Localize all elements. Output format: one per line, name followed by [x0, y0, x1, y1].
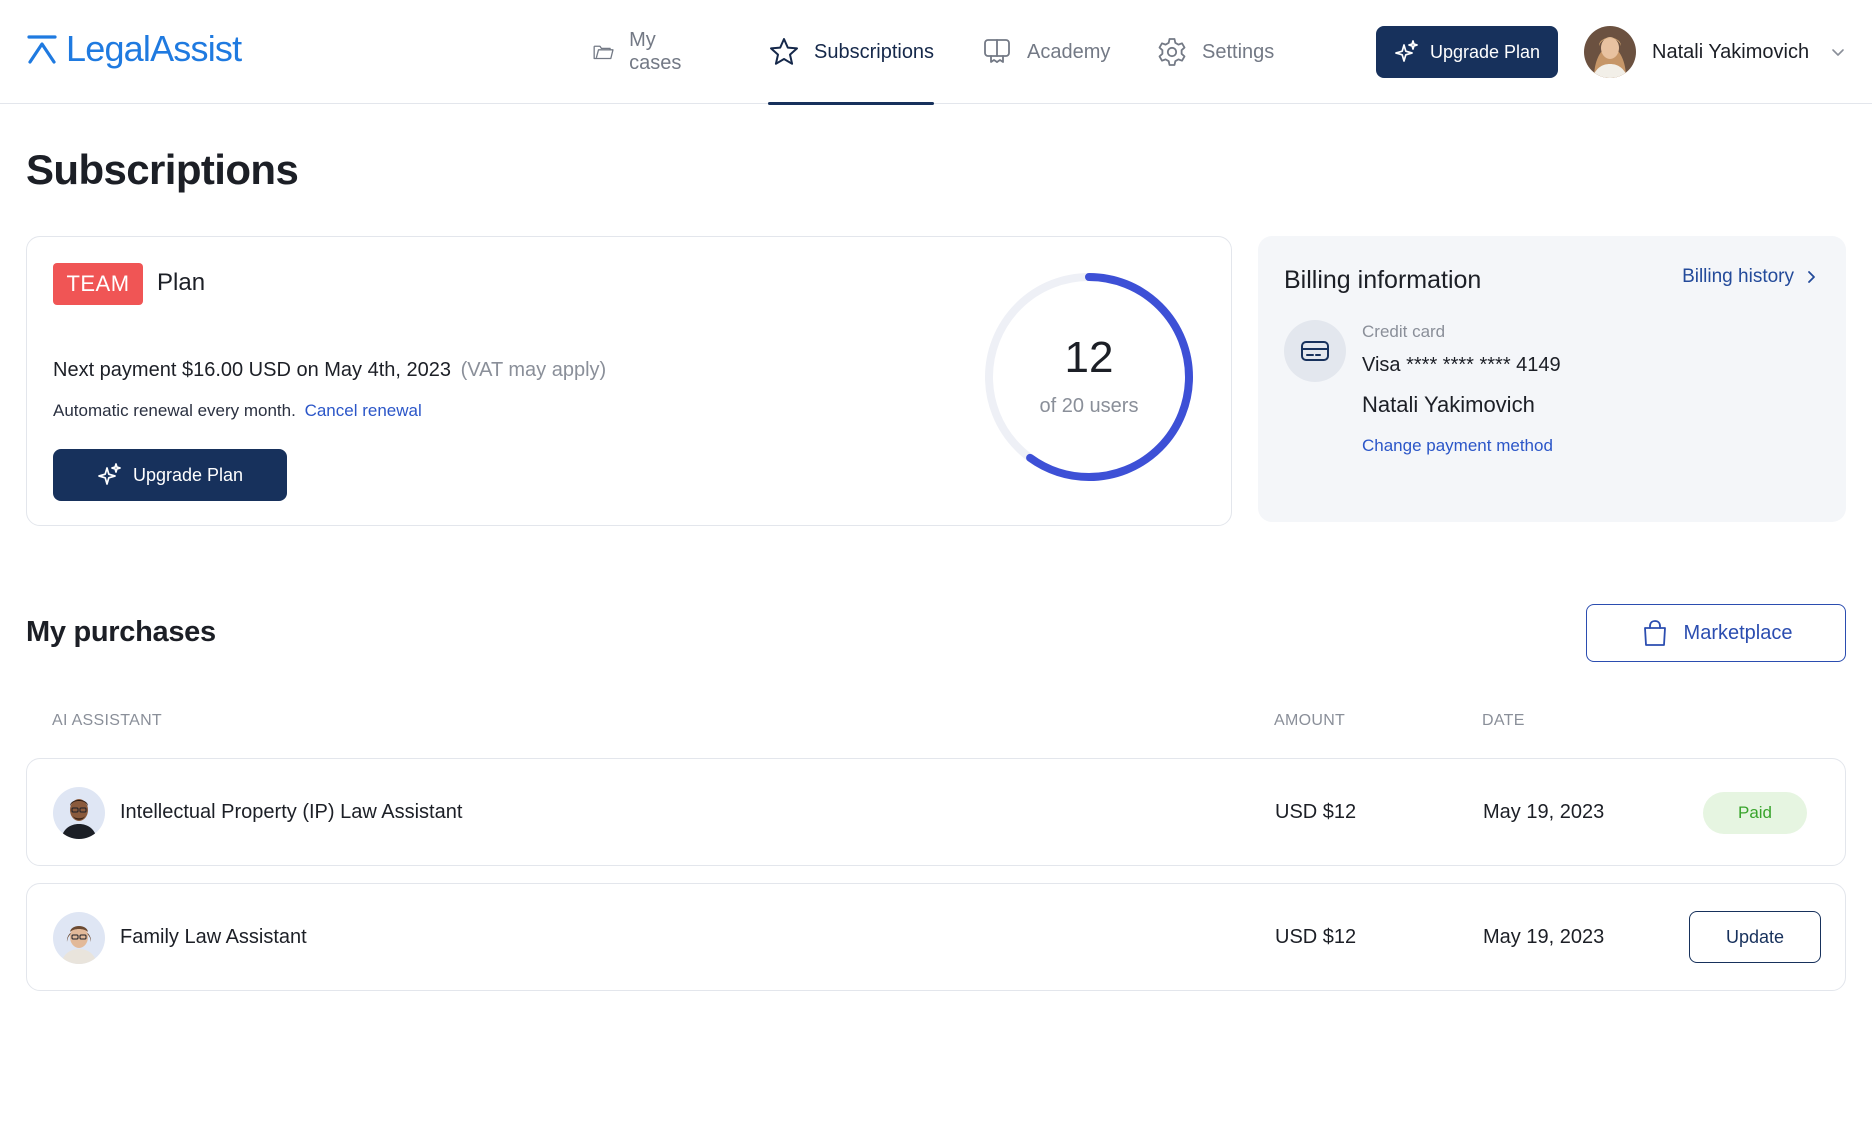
academy-icon: [984, 39, 1010, 63]
users-progress-ring: 12 of 20 users: [979, 267, 1199, 487]
user-name: Natali Yakimovich: [1652, 40, 1810, 63]
renewal-text: Automatic renewal every month.: [53, 401, 296, 420]
nav-label: Academy: [1027, 40, 1111, 63]
plan-label: Plan: [157, 269, 206, 296]
vat-note: (VAT may apply): [460, 359, 607, 381]
column-header-date[interactable]: DATE: [1482, 712, 1525, 730]
chevron-down-icon: [1832, 49, 1844, 56]
change-payment-method-link[interactable]: Change payment method: [1362, 436, 1553, 456]
table-row[interactable]: Family Law Assistant USD $12 May 19, 202…: [26, 883, 1846, 991]
upgrade-label: Upgrade Plan: [1429, 41, 1541, 62]
cancel-renewal-link[interactable]: Cancel renewal: [305, 401, 422, 420]
nav-settings[interactable]: Settings: [1156, 0, 1274, 104]
amount-cell: USD $12: [1275, 926, 1357, 948]
folder-icon: [593, 45, 614, 60]
credit-card-icon-wrap: [1284, 320, 1346, 382]
page-title: Subscriptions: [26, 146, 299, 193]
card-type-label: Credit card: [1362, 322, 1446, 341]
assistant-name: Intellectual Property (IP) Law Assistant: [120, 801, 463, 823]
date-cell: May 19, 2023: [1483, 926, 1605, 948]
chevron-right-icon: [1808, 271, 1815, 283]
card-number: Visa **** **** **** 4149: [1362, 354, 1561, 376]
assistant-name: Family Law Assistant: [120, 926, 307, 948]
gear-icon: [1158, 38, 1186, 66]
assistant-avatar: [53, 787, 105, 839]
nav-label: Settings: [1202, 40, 1275, 63]
status-badge: Paid: [1703, 792, 1807, 834]
marketplace-label: Marketplace: [1683, 621, 1793, 644]
assistant-avatar: [53, 912, 105, 964]
users-count: 12: [1064, 333, 1114, 382]
date-cell: May 19, 2023: [1483, 801, 1605, 823]
column-header-amount[interactable]: AMOUNT: [1274, 712, 1345, 730]
star-icon: [770, 38, 798, 65]
logo[interactable]: LegalAssist: [26, 28, 242, 70]
purchases-title: My purchases: [26, 616, 216, 648]
nav-my-cases[interactable]: My cases: [592, 0, 690, 104]
header-upgrade-plan-button[interactable]: Upgrade Plan: [1376, 26, 1558, 78]
plan-card: TEAM Plan Next payment $16.00 USD on May…: [26, 236, 1232, 526]
sparkle-icon: [98, 463, 121, 485]
shopping-bag-icon: [1643, 620, 1666, 646]
billing-history-link[interactable]: Billing history: [1682, 266, 1818, 288]
nav-subscriptions[interactable]: Subscriptions: [768, 0, 935, 105]
upgrade-label: Upgrade Plan: [132, 464, 244, 485]
billing-card: Billing information Billing history Cred…: [1258, 236, 1846, 522]
avatar: [1584, 26, 1636, 78]
users-caption: of 20 users: [1039, 395, 1139, 417]
renewal-info: Automatic renewal every month. Cancel re…: [53, 401, 422, 421]
plan-upgrade-button[interactable]: Upgrade Plan: [53, 449, 287, 501]
column-header-assistant[interactable]: AI ASSISTANT: [52, 712, 162, 730]
card-holder-name: Natali Yakimovich: [1362, 392, 1535, 417]
plan-tier-badge: TEAM: [53, 263, 143, 305]
credit-card-icon: [1301, 341, 1329, 361]
billing-title: Billing information: [1284, 266, 1482, 294]
user-menu[interactable]: Natali Yakimovich: [1584, 26, 1847, 78]
table-row[interactable]: Intellectual Property (IP) Law Assistant…: [26, 758, 1846, 866]
marketplace-button[interactable]: Marketplace: [1586, 604, 1846, 662]
logo-text: LegalAssist: [66, 28, 242, 69]
top-navigation-bar: LegalAssist My cases Subscriptions Acade…: [0, 0, 1872, 105]
amount-cell: USD $12: [1275, 801, 1357, 823]
sparkle-icon: [1395, 40, 1418, 62]
next-payment-text: Next payment $16.00 USD on May 4th, 2023…: [53, 359, 606, 382]
nav-academy[interactable]: Academy: [981, 0, 1110, 104]
billing-history-label: Billing history: [1682, 266, 1794, 287]
nav-label: My cases: [629, 29, 682, 74]
update-button[interactable]: Update: [1689, 911, 1821, 963]
logo-icon: [27, 35, 57, 64]
nav-label: Subscriptions: [814, 40, 935, 63]
next-payment-amount: Next payment $16.00 USD on May 4th, 2023: [53, 359, 452, 381]
